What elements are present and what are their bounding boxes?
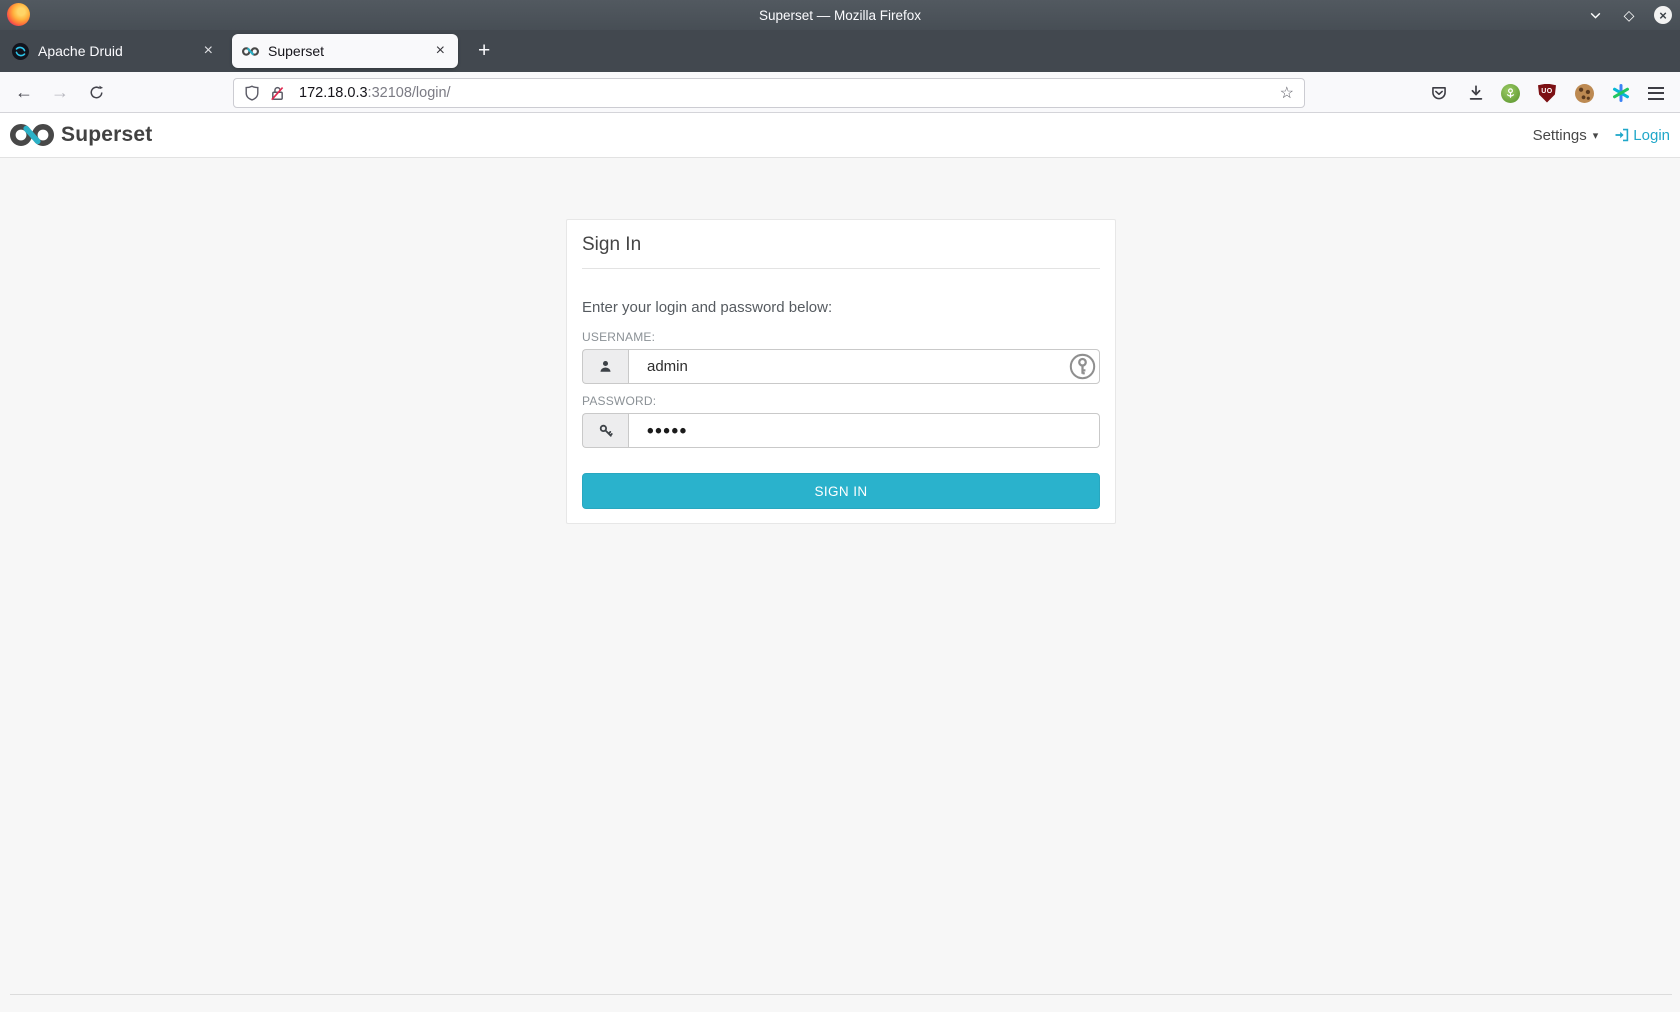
password-label: PASSWORD: (582, 394, 657, 408)
back-button[interactable]: ← (10, 79, 38, 106)
key-icon (582, 413, 628, 448)
url-path: :32108/login/ (367, 85, 451, 101)
url-host: 172.18.0.3 (299, 85, 368, 101)
login-link[interactable]: Login (1614, 127, 1672, 144)
sign-in-icon (1615, 128, 1629, 142)
sign-in-card: Sign In Enter your login and password be… (566, 219, 1116, 524)
insecure-lock-icon[interactable] (269, 85, 286, 102)
tab-close-icon[interactable]: × (201, 42, 216, 60)
downloads-icon[interactable] (1464, 81, 1488, 105)
sign-in-button[interactable]: SIGN IN (582, 473, 1100, 509)
tab-superset[interactable]: Superset × (232, 34, 458, 68)
asterisk-extension-icon[interactable] (1609, 81, 1633, 105)
reload-icon[interactable] (82, 79, 110, 106)
login-label: Login (1633, 126, 1670, 144)
druid-favicon-icon (12, 42, 29, 60)
window-close-icon[interactable]: × (1654, 6, 1672, 24)
ublock-origin-icon[interactable]: UO (1535, 81, 1559, 105)
username-input[interactable] (628, 349, 1100, 384)
firefox-icon (7, 3, 30, 26)
tracking-shield-icon[interactable] (244, 85, 260, 101)
settings-menu[interactable]: Settings ▾ (1523, 127, 1609, 144)
bookmark-star-icon[interactable]: ☆ (1280, 83, 1294, 103)
brand-name: Superset (61, 123, 153, 146)
window-title: Superset — Mozilla Firefox (758, 7, 922, 23)
menu-icon[interactable] (1644, 81, 1668, 105)
window-titlebar: Superset — Mozilla Firefox ◇ × (0, 0, 1680, 30)
superset-navbar: Superset Settings ▾ Login (0, 113, 1680, 158)
url-text[interactable]: 172.18.0.3:32108/login/ (299, 85, 451, 101)
forward-button[interactable]: → (46, 79, 74, 106)
browser-toolbar: ← → 172.18.0.3:32108/login/ ☆ UO (0, 72, 1680, 113)
pocket-icon[interactable] (1427, 81, 1451, 105)
url-bar[interactable]: 172.18.0.3:32108/login/ ☆ (233, 78, 1305, 108)
footer-divider (10, 994, 1672, 995)
username-input-group (582, 349, 1100, 384)
sign-in-instructions: Enter your login and password below: (582, 299, 833, 316)
tab-label: Apache Druid (38, 43, 123, 59)
new-tab-button[interactable]: + (472, 39, 496, 63)
window-maximize-icon[interactable]: ◇ (1620, 6, 1638, 24)
username-label: USERNAME: (582, 330, 656, 344)
tab-bar: Apache Druid × Superset × + (0, 30, 1680, 72)
password-manager-icon[interactable] (1069, 353, 1096, 380)
superset-favicon-icon (242, 43, 259, 60)
page-content: Sign In Enter your login and password be… (0, 159, 1680, 1012)
superset-infinity-icon (10, 124, 54, 146)
user-icon (582, 349, 628, 384)
green-extension-icon[interactable] (1498, 81, 1522, 105)
window-minimize-icon[interactable] (1586, 6, 1604, 24)
settings-label: Settings (1532, 126, 1587, 144)
password-input[interactable] (628, 413, 1100, 448)
chevron-down-icon: ▾ (1592, 129, 1599, 142)
ublock-badge-label: UO (1541, 87, 1553, 95)
cookie-extension-icon[interactable] (1572, 81, 1596, 105)
tab-apache-druid[interactable]: Apache Druid × (2, 34, 226, 68)
sign-in-title: Sign In (582, 234, 642, 255)
tab-label: Superset (268, 43, 325, 59)
password-input-group (582, 413, 1100, 448)
superset-logo[interactable]: Superset (10, 122, 152, 148)
tab-close-icon[interactable]: × (433, 42, 448, 60)
